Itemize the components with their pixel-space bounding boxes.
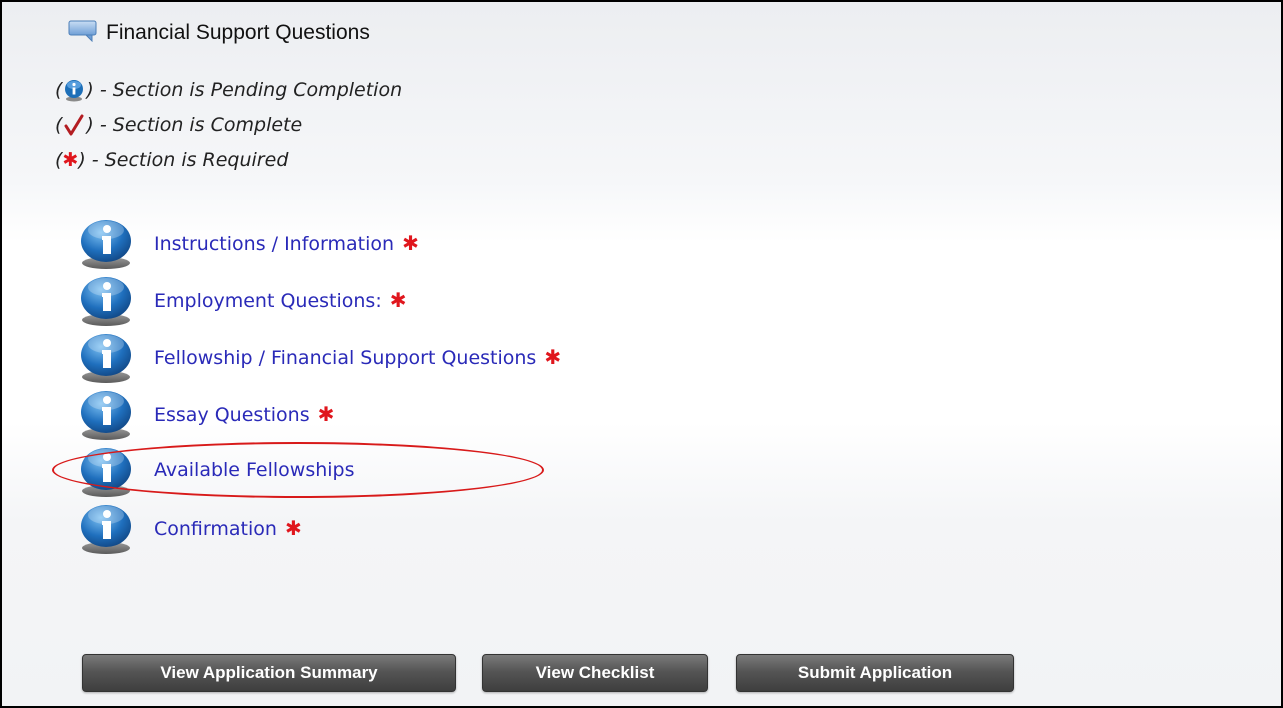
legend-open-paren: ( [55, 113, 63, 136]
info-icon [76, 330, 142, 387]
section-item: Essay Questions ✱ [76, 387, 561, 444]
info-icon [76, 444, 142, 501]
legend-complete-text: ) - Section is Complete [86, 113, 303, 136]
panel-title: Financial Support Questions [106, 21, 370, 44]
legend-required: ( ✱ ) - Section is Required [55, 142, 402, 177]
required-asterisk-icon: ✱ [402, 231, 419, 255]
view-checklist-button[interactable]: View Checklist [482, 654, 708, 692]
section-label: Fellowship / Financial Support Questions [154, 347, 537, 369]
required-asterisk-icon: ✱ [389, 288, 407, 312]
info-icon [76, 216, 142, 273]
checkmark-icon [62, 113, 86, 137]
section-item: Available Fellowships [76, 444, 561, 501]
section-label: Available Fellowships [154, 459, 355, 481]
submit-application-button[interactable]: Submit Application [736, 654, 1014, 692]
section-link[interactable]: Confirmation ✱ [154, 516, 302, 540]
section-label: Essay Questions [154, 404, 310, 426]
info-icon [76, 273, 142, 330]
section-item: Instructions / Information ✱ [76, 216, 561, 273]
speech-bubble-icon [68, 20, 98, 46]
section-link[interactable]: Employment Questions: ✱ [154, 288, 407, 312]
application-panel: Financial Support Questions ( ) - Sectio… [0, 0, 1283, 708]
section-list: Instructions / Information ✱ Employment Q… [76, 216, 561, 558]
info-icon [62, 78, 86, 102]
section-item: Fellowship / Financial Support Questions… [76, 330, 561, 387]
required-asterisk-icon: ✱ [317, 402, 335, 426]
section-link[interactable]: Essay Questions ✱ [154, 402, 334, 426]
section-label: Employment Questions: [154, 290, 382, 312]
section-link[interactable]: Fellowship / Financial Support Questions… [154, 345, 561, 369]
info-icon [76, 387, 142, 444]
section-label: Instructions / Information [154, 233, 395, 255]
action-buttons: View Application Summary View Checklist … [82, 654, 1014, 692]
section-link[interactable]: Instructions / Information ✱ [154, 231, 419, 255]
section-item: Employment Questions: ✱ [76, 273, 561, 330]
legend-complete: ( ) - Section is Complete [55, 107, 402, 142]
panel-header: Financial Support Questions [68, 20, 370, 46]
section-link[interactable]: Available Fellowships [154, 459, 355, 481]
legend-pending-text: ) - Section is Pending Completion [86, 78, 403, 101]
legend-open-paren: ( [55, 148, 63, 171]
view-application-summary-button[interactable]: View Application Summary [82, 654, 456, 692]
required-asterisk-icon: ✱ [544, 345, 562, 369]
asterisk-icon: ✱ [62, 148, 79, 171]
section-item: Confirmation ✱ [76, 501, 561, 558]
legend-required-text: ) - Section is Required [78, 148, 289, 171]
section-label: Confirmation [154, 518, 277, 540]
legend-pending: ( ) - Section is Pending Completion [55, 72, 402, 107]
required-asterisk-icon: ✱ [284, 516, 302, 540]
info-icon [76, 501, 142, 558]
status-legend: ( ) - Section is Pending Completion ( ) … [55, 72, 402, 177]
legend-open-paren: ( [55, 78, 63, 101]
